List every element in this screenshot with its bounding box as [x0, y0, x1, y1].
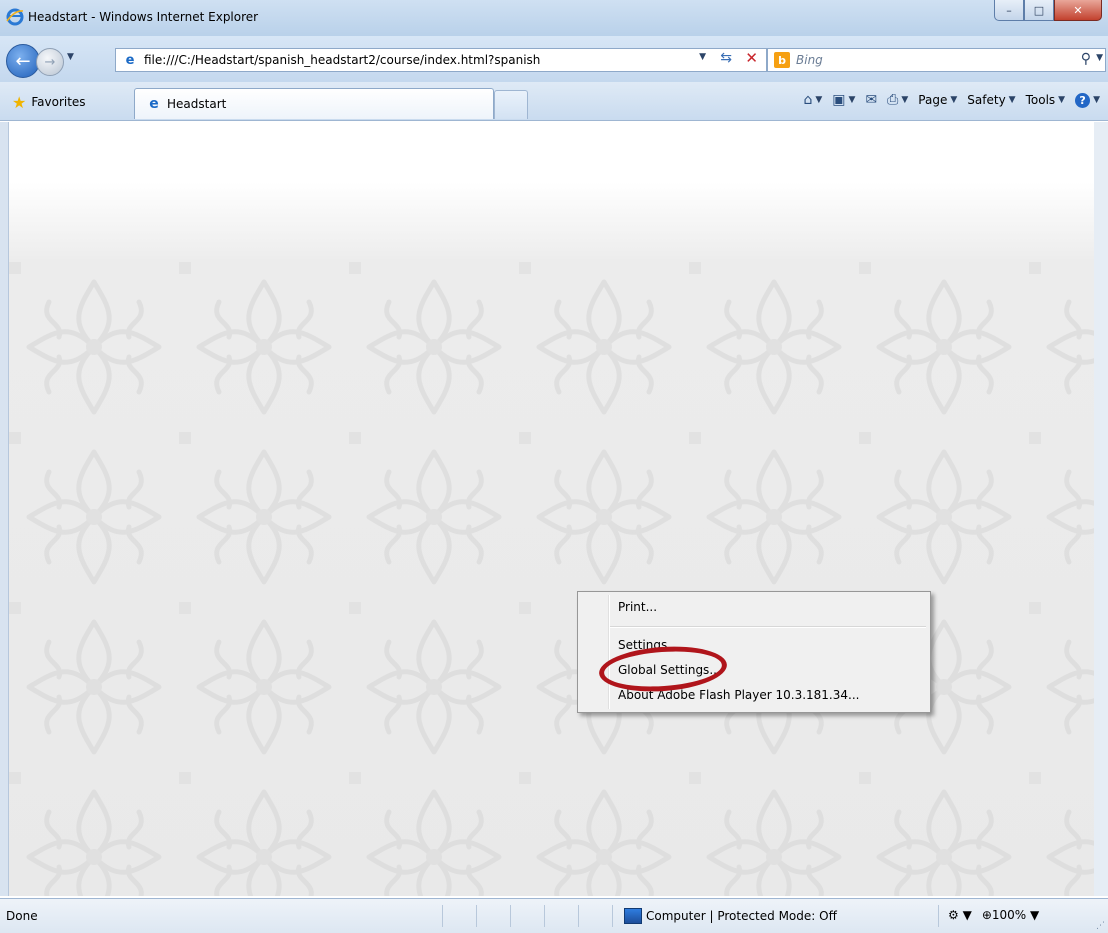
status-bar: Done Computer | Protected Mode: Off ⚙ ▼ … [0, 898, 1108, 933]
tab-label: Headstart [167, 97, 227, 111]
back-button[interactable]: ← [6, 44, 40, 78]
star-icon: ★ [12, 92, 27, 112]
command-bar: ⌂ ▼ ▣ ▼ ✉ ⎙ ▼ Page ▼ Safety ▼ Tools ▼ ? ▼ [803, 92, 1100, 108]
tools-menu-label: Tools [1025, 93, 1056, 107]
rss-icon: ▣ [832, 92, 846, 108]
help-icon: ? [1075, 92, 1091, 108]
security-zone[interactable]: Computer | Protected Mode: Off [624, 908, 837, 924]
damask-pattern [9, 262, 1095, 896]
print-button[interactable]: ⎙ ▼ [887, 92, 908, 108]
back-arrow-icon: ← [15, 50, 31, 72]
navigation-bar: ← → ▼ e file:///C:/Headstart/spanish_hea… [0, 36, 1108, 82]
menu-item-print[interactable]: Print... [618, 600, 657, 614]
title-bar: Headstart - Windows Internet Explorer – … [0, 0, 1108, 37]
resize-grip[interactable]: ⋰ [1096, 921, 1106, 931]
window-controls: – □ ✕ [994, 0, 1102, 22]
new-tab-button[interactable] [494, 90, 528, 119]
magnifier-icon[interactable]: ⚲ [1081, 51, 1091, 67]
search-box[interactable]: b Bing ⚲ ▼ [767, 48, 1106, 72]
refresh-icon[interactable]: ⇆ [720, 50, 732, 66]
menu-separator [610, 626, 926, 628]
protected-mode-button[interactable]: ⚙ ▼ [948, 908, 972, 922]
mail-button[interactable]: ✉ [865, 92, 877, 108]
tools-menu[interactable]: Tools ▼ [1026, 93, 1065, 107]
printer-icon: ⎙ [887, 92, 899, 108]
status-divider [510, 905, 511, 927]
status-divider [544, 905, 545, 927]
window-title: Headstart - Windows Internet Explorer [28, 10, 259, 24]
search-options-dropdown[interactable]: ▼ [1096, 53, 1103, 63]
tab-headstart[interactable]: e Headstart [134, 88, 494, 119]
stop-icon[interactable]: ✕ [745, 49, 758, 67]
computer-icon [624, 908, 642, 924]
zoom-button[interactable]: ⊕100% ▼ [982, 908, 1039, 922]
status-controls: ⚙ ▼ ⊕100% ▼ [948, 908, 1039, 922]
left-frame [0, 122, 8, 896]
safety-menu-label: Safety [967, 93, 1006, 107]
search-placeholder[interactable]: Bing [796, 53, 823, 67]
address-url[interactable]: file:///C:/Headstart/spanish_headstart2/… [144, 53, 540, 67]
status-divider [442, 905, 443, 927]
ie-logo-icon: e [149, 96, 159, 112]
forward-button[interactable]: → [36, 48, 64, 76]
flash-content-area[interactable] [8, 122, 1096, 896]
mail-icon: ✉ [865, 92, 878, 108]
status-divider [578, 905, 579, 927]
tab-bar: ★ Favorites e Headstart ⌂ ▼ ▣ ▼ ✉ ⎙ ▼ Page ▼… [0, 82, 1108, 121]
zoom-level: 100% [991, 908, 1027, 922]
ie-logo-icon [6, 8, 24, 26]
right-frame [1094, 122, 1108, 896]
favorites-button[interactable]: ★ Favorites [6, 91, 92, 113]
feeds-button[interactable]: ▣ ▼ [832, 92, 855, 108]
zone-text: Computer | Protected Mode: Off [646, 909, 837, 923]
favorites-label: Favorites [31, 95, 86, 109]
home-icon: ⌂ [803, 92, 813, 108]
forward-arrow-icon: → [44, 54, 56, 70]
status-divider [612, 905, 613, 927]
maximize-button[interactable]: □ [1024, 0, 1054, 21]
address-dropdown-icon[interactable]: ▼ [699, 52, 706, 62]
address-bar[interactable]: e file:///C:/Headstart/spanish_headstart… [115, 48, 767, 72]
status-text: Done [6, 909, 38, 923]
status-divider [476, 905, 477, 927]
bing-logo-icon: b [774, 52, 790, 68]
home-button[interactable]: ⌂ ▼ [803, 92, 822, 108]
close-button[interactable]: ✕ [1054, 0, 1102, 21]
ie-page-icon: e [125, 52, 135, 68]
minimize-button[interactable]: – [994, 0, 1024, 21]
status-divider [938, 905, 939, 927]
recent-pages-dropdown[interactable]: ▼ [67, 52, 79, 64]
page-menu-label: Page [918, 93, 948, 107]
page-menu[interactable]: Page ▼ [918, 93, 957, 107]
help-button[interactable]: ? ▼ [1075, 92, 1100, 108]
safety-menu[interactable]: Safety ▼ [967, 93, 1015, 107]
menu-gutter [608, 595, 610, 709]
